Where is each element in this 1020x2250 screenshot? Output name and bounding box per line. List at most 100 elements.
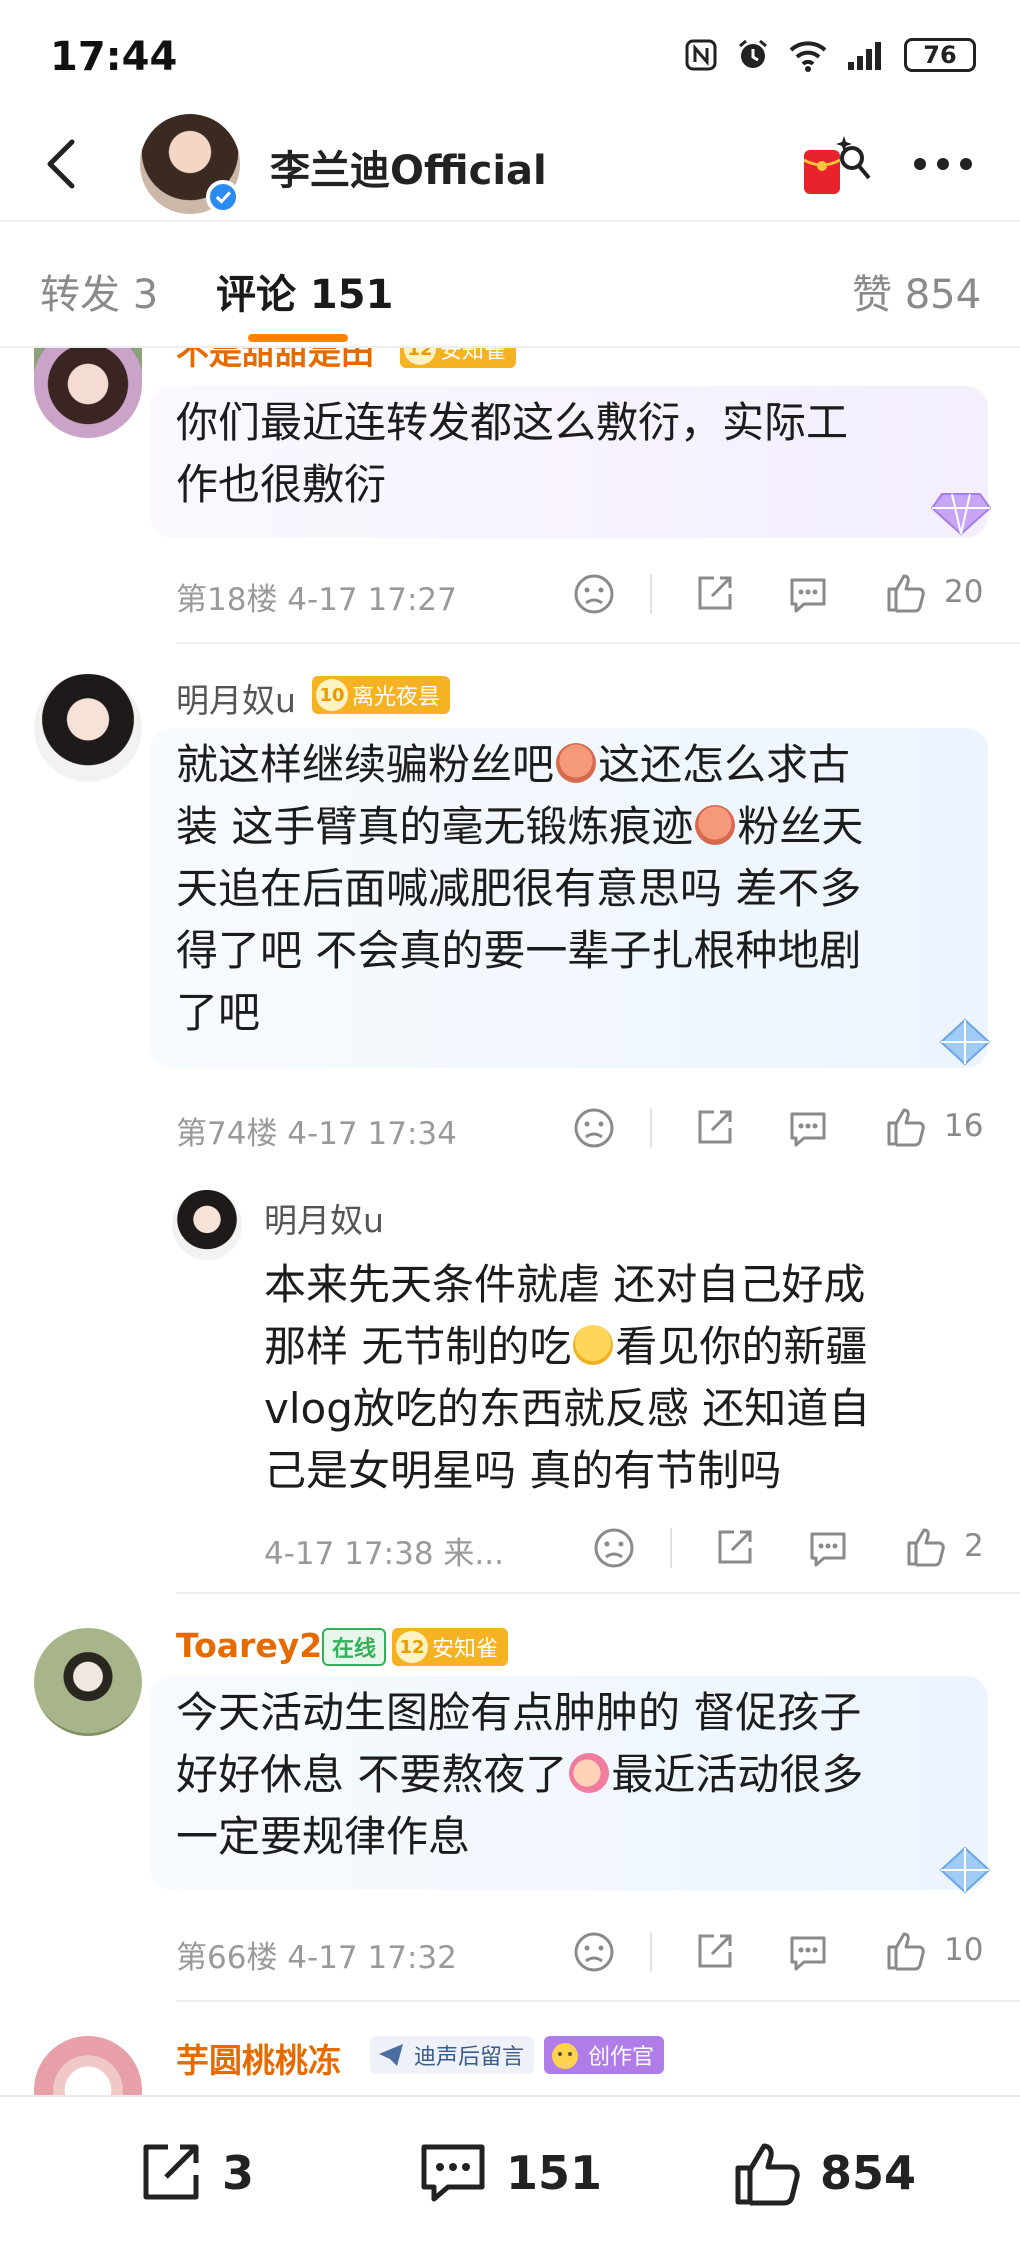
tab-bar: 转发 3 评论 151 赞 854 (0, 222, 1020, 348)
message-tag: 迪声后留言 (370, 2036, 535, 2074)
reply-icon[interactable] (806, 1526, 850, 1570)
avatar[interactable] (34, 1628, 142, 1736)
diamond-icon (939, 1846, 991, 1894)
back-icon[interactable] (34, 134, 94, 194)
tab-indicator (248, 334, 348, 342)
share-icon[interactable] (692, 572, 736, 616)
signal-icon (848, 42, 881, 70)
tab-reposts[interactable]: 转发 3 (40, 262, 158, 320)
like-button[interactable]: 854 (730, 2133, 916, 2213)
comment-line: 今天活动生图脸有点肿肿的 督促孩子 (176, 1688, 862, 1737)
comment-line-group: 那样 无节制的吃 看见你的新疆 (264, 1316, 988, 1378)
username[interactable]: 明月奴u (176, 674, 296, 722)
like-icon[interactable] (884, 1104, 928, 1148)
status-time: 17:44 (50, 34, 178, 80)
comment-line: 看见你的新疆 (615, 1322, 868, 1371)
like-icon[interactable] (904, 1524, 948, 1568)
share-icon (143, 2144, 199, 2200)
like-icon[interactable] (884, 1928, 928, 1972)
avatar[interactable] (34, 2036, 142, 2095)
divider (176, 2000, 1020, 2002)
page-title: 李兰迪Official (270, 148, 547, 194)
more-icon[interactable] (908, 134, 978, 194)
repost-button[interactable]: 3 (134, 2133, 254, 2213)
creator-tag: 创作官 (544, 2036, 665, 2074)
diamond-icon (930, 493, 992, 536)
avatar[interactable] (34, 674, 142, 782)
comment-floor-time: 4-17 17:38 来... (264, 1536, 504, 1572)
comment-count: 151 (506, 2146, 603, 2200)
comment-button[interactable]: 151 (416, 2133, 602, 2213)
comment-line: 作也很敷衍 (176, 460, 387, 509)
badge-text: 安知雀 (440, 348, 507, 364)
like-count: 20 (944, 574, 984, 610)
top-nav: 李兰迪Official (0, 110, 1020, 222)
comment-line: 天追在后面喊减肥很有意思吗 差不多 (176, 864, 862, 913)
angry-emoji-icon (695, 805, 736, 845)
comment-line: 得了吧 不会真的要一辈子扎根种地剧 (176, 926, 862, 975)
fan-badge: 12 安知雀 (400, 348, 517, 368)
tab-comments[interactable]: 评论 151 (216, 262, 393, 320)
tag-text: 创作官 (588, 2045, 655, 2070)
dislike-icon[interactable] (592, 1526, 636, 1570)
comment-line-group: 装 这手臂真的毫无锻炼痕迹 粉丝天 (176, 796, 988, 858)
comment-line: 就这样继续骗粉丝吧 (176, 740, 555, 789)
comment-line: 那样 无节制的吃 (264, 1322, 572, 1371)
comment-text: 本来先天条件就虐 还对自己好成 那样 无节制的吃 看见你的新疆 vlog放吃的东西… (240, 1248, 988, 1518)
username[interactable]: 不是甜甜是田 (176, 348, 374, 374)
comment-line: 己是女明星吗 真的有节制吗 (264, 1446, 782, 1495)
like-count: 10 (944, 1932, 984, 1968)
diamond-icon (939, 1018, 991, 1066)
reply-icon[interactable] (786, 1106, 830, 1150)
status-icons: 76 (684, 38, 976, 72)
tab-likes[interactable]: 赞 854 (852, 262, 981, 320)
comment-text: 你们最近连转发都这么敷衍，实际工 作也很敷衍 (150, 386, 988, 538)
username[interactable]: 明月奴u (264, 1194, 384, 1242)
separator (650, 574, 652, 614)
hug-emoji-icon (569, 1753, 610, 1793)
dislike-icon[interactable] (572, 1106, 616, 1150)
comment-floor-time: 第66楼 4-17 17:32 (176, 1940, 457, 1976)
separator (650, 1108, 652, 1148)
comment-line: 你们最近连转发都这么敷衍，实际工 (176, 398, 849, 447)
dislike-icon[interactable] (572, 1930, 616, 1974)
comment-floor-time: 第18楼 4-17 17:27 (176, 582, 457, 618)
repost-count: 3 (222, 2146, 255, 2200)
share-icon[interactable] (692, 1930, 736, 1974)
share-icon[interactable] (692, 1106, 736, 1150)
badge-level: 10 (316, 679, 348, 711)
comment-line: 本来先天条件就虐 还对自己好成 (264, 1260, 866, 1309)
red-packet-icon[interactable] (800, 130, 874, 200)
share-icon[interactable] (712, 1526, 756, 1570)
like-icon (735, 2143, 800, 2206)
avatar[interactable] (34, 348, 142, 438)
reply-icon[interactable] (786, 1930, 830, 1974)
comment-line: 粉丝天 (737, 802, 864, 851)
status-bar: 17:44 76 (0, 0, 1020, 118)
smirk-emoji-icon (573, 1325, 614, 1365)
angry-emoji-icon (556, 743, 597, 783)
badge-level: 12 (404, 348, 436, 365)
comment-line: vlog放吃的东西就反感 还知道自 (264, 1384, 871, 1433)
tag-text: 迪声后留言 (414, 2045, 525, 2070)
username[interactable]: Toarey2 (176, 1626, 322, 1665)
wifi-icon (789, 41, 827, 72)
comment-text: 就这样继续骗粉丝吧 这还怎么求古 装 这手臂真的毫无锻炼痕迹 粉丝天 天追在后面喊减… (150, 728, 988, 1068)
badge-text: 安知雀 (432, 1637, 499, 1662)
avatar[interactable] (172, 1190, 242, 1260)
dislike-icon[interactable] (572, 572, 616, 616)
bottom-action-bar: 3 151 854 (0, 2095, 1020, 2250)
comment-icon (421, 2144, 485, 2202)
like-icon[interactable] (884, 570, 928, 614)
comment-list[interactable]: 不是甜甜是田 12 安知雀 你们最近连转发都这么敷衍，实际工 作也很敷衍 第18楼… (0, 348, 1020, 2095)
verified-icon (206, 180, 240, 214)
badge-level: 12 (396, 1631, 428, 1663)
reply-icon[interactable] (786, 572, 830, 616)
like-count: 2 (964, 1528, 984, 1564)
online-badge: 在线 (322, 1628, 387, 1666)
comment-line: 了吧 (176, 988, 261, 1037)
badge-text: 离光夜昙 (352, 685, 441, 710)
paper-plane-icon (379, 2044, 403, 2066)
username[interactable]: 芋圆桃桃冻 (176, 2034, 341, 2082)
divider (176, 1592, 1020, 1594)
